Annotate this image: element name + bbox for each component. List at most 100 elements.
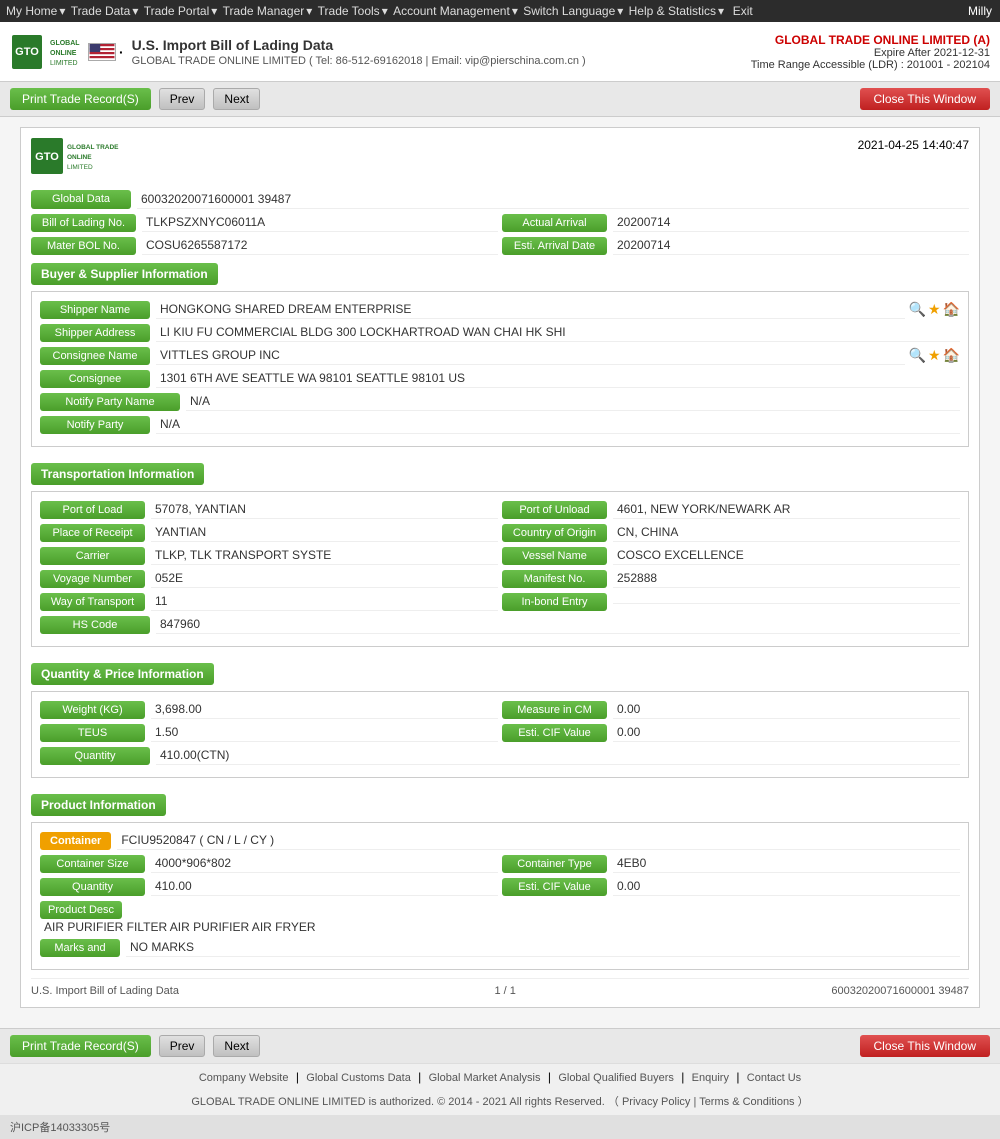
footer-sep-3: | — [548, 1070, 554, 1084]
bol-value: TLKPSZXNYC06011A — [142, 213, 498, 232]
hs-code-value: 847960 — [156, 615, 960, 634]
product-section: Container FCIU9520847 ( CN / L / CY ) Co… — [31, 822, 969, 970]
weight-label: Weight (KG) — [40, 701, 145, 719]
footer-company-website[interactable]: Company Website — [199, 1072, 289, 1084]
esti-cif-field: Esti. CIF Value 0.00 — [502, 723, 960, 742]
prod-esti-cif-label: Esti. CIF Value — [502, 878, 607, 896]
svg-text:GTO: GTO — [15, 46, 39, 58]
record-footer: U.S. Import Bill of Lading Data 1 / 1 60… — [31, 978, 969, 997]
nav-myhome[interactable]: My Home — [6, 4, 57, 18]
nav-switchlang[interactable]: Switch Language — [523, 4, 615, 18]
weight-value: 3,698.00 — [151, 700, 498, 719]
esti-arrival-label: Esti. Arrival Date — [502, 237, 607, 255]
company-name-badge: GLOBAL TRADE ONLINE LIMITED (A) — [751, 33, 990, 47]
consignee-home-icon[interactable]: 🏠 — [943, 347, 960, 364]
way-of-transport-label: Way of Transport — [40, 593, 145, 611]
footer-contact-us[interactable]: Contact Us — [747, 1072, 801, 1084]
product-desc-label: Product Desc — [40, 901, 122, 919]
measure-label: Measure in CM — [502, 701, 607, 719]
nav-helpstats-arrow: ▾ — [718, 4, 724, 18]
flag-separator: · — [119, 44, 124, 60]
bottom-print-button[interactable]: Print Trade Record(S) — [10, 1035, 151, 1057]
weight-field: Weight (KG) 3,698.00 — [40, 700, 498, 719]
consignee-star-icon[interactable]: ★ — [928, 347, 941, 364]
footer-sep-2: | — [418, 1070, 424, 1084]
voyage-label: Voyage Number — [40, 570, 145, 588]
port-of-load-label: Port of Load — [40, 501, 145, 519]
prod-qty-value: 410.00 — [151, 877, 498, 896]
voyage-value: 052E — [151, 569, 498, 588]
footer-privacy-link[interactable]: Privacy Policy — [622, 1096, 690, 1108]
nav-helpstats[interactable]: Help & Statistics — [629, 4, 716, 18]
esti-cif-label: Esti. CIF Value — [502, 724, 607, 742]
footer-qualified-buyers[interactable]: Global Qualified Buyers — [558, 1072, 674, 1084]
time-range-info: Time Range Accessible (LDR) : 201001 - 2… — [751, 59, 990, 71]
bottom-prev-button[interactable]: Prev — [159, 1035, 206, 1057]
footer-enquiry[interactable]: Enquiry — [692, 1072, 729, 1084]
voyage-field: Voyage Number 052E — [40, 569, 498, 588]
place-of-receipt-label: Place of Receipt — [40, 524, 145, 542]
global-data-label: Global Data — [31, 190, 131, 209]
place-of-receipt-value: YANTIAN — [151, 523, 498, 542]
in-bond-field: In-bond Entry — [502, 592, 960, 611]
nav-tradedata[interactable]: Trade Data — [71, 4, 131, 18]
footer-end: ） — [798, 1096, 809, 1108]
consignee-search-icon[interactable]: 🔍 — [909, 347, 926, 364]
way-of-transport-field: Way of Transport 11 — [40, 592, 498, 611]
container-value: FCIU9520847 ( CN / L / CY ) — [117, 831, 960, 850]
footer-customs-data[interactable]: Global Customs Data — [306, 1072, 411, 1084]
footer-terms-link[interactable]: Terms & Conditions — [699, 1096, 794, 1108]
receipt-origin-row: Place of Receipt YANTIAN Country of Orig… — [40, 523, 960, 542]
nav-tradeportal[interactable]: Trade Portal — [144, 4, 210, 18]
footer-market-analysis[interactable]: Global Market Analysis — [429, 1072, 541, 1084]
marks-value: NO MARKS — [126, 938, 960, 957]
vessel-name-value: COSCO EXCELLENCE — [613, 546, 960, 565]
shipper-star-icon[interactable]: ★ — [928, 301, 941, 318]
record-datetime: 2021-04-25 14:40:47 — [858, 138, 969, 152]
consignee-name-label: Consignee Name — [40, 347, 150, 365]
main-content: GTO GLOBAL TRADE ONLINE LIMITED 2021-04-… — [0, 117, 1000, 1028]
user-name: Milly — [968, 4, 992, 18]
teus-label: TEUS — [40, 724, 145, 742]
port-of-unload-field: Port of Unload 4601, NEW YORK/NEWARK AR — [502, 500, 960, 519]
nav-tradetools[interactable]: Trade Tools — [318, 4, 380, 18]
notify-party-name-value: N/A — [186, 392, 960, 411]
notify-party-name-label: Notify Party Name — [40, 393, 180, 411]
product-desc-area: Product Desc AIR PURIFIER FILTER AIR PUR… — [40, 902, 960, 938]
bol-row: Bill of Lading No. TLKPSZXNYC06011A Actu… — [31, 213, 969, 232]
port-of-load-field: Port of Load 57078, YANTIAN — [40, 500, 498, 519]
nav-accountmgmt[interactable]: Account Management — [393, 4, 510, 18]
shipper-search-icon[interactable]: 🔍 — [909, 301, 926, 318]
record-header: GTO GLOBAL TRADE ONLINE LIMITED 2021-04-… — [31, 138, 969, 182]
in-bond-label: In-bond Entry — [502, 593, 607, 611]
prod-qty-label: Quantity — [40, 878, 145, 896]
next-button[interactable]: Next — [213, 88, 260, 110]
close-button[interactable]: Close This Window — [860, 88, 990, 110]
nav-exit[interactable]: Exit — [733, 4, 753, 18]
place-of-receipt-field: Place of Receipt YANTIAN — [40, 523, 498, 542]
vessel-name-label: Vessel Name — [502, 547, 607, 565]
bottom-close-button[interactable]: Close This Window — [860, 1035, 990, 1057]
record-logo: GTO GLOBAL TRADE ONLINE LIMITED — [31, 138, 121, 174]
bottom-next-button[interactable]: Next — [213, 1035, 260, 1057]
way-of-transport-value: 11 — [151, 592, 498, 611]
shipper-name-label: Shipper Name — [40, 301, 150, 319]
print-button[interactable]: Print Trade Record(S) — [10, 88, 151, 110]
nav-trademanager[interactable]: Trade Manager — [223, 4, 305, 18]
carrier-field: Carrier TLKP, TLK TRANSPORT SYSTE — [40, 546, 498, 565]
footer-sep-4: | — [681, 1070, 687, 1084]
transportation-header: Transportation Information — [31, 463, 204, 485]
container-size-value: 4000*906*802 — [151, 854, 498, 873]
mater-bol-value: COSU6265587172 — [142, 236, 498, 255]
consignee-name-row: Consignee Name VITTLES GROUP INC 🔍 ★ 🏠 — [40, 346, 960, 365]
actual-arrival-label: Actual Arrival — [502, 214, 607, 232]
country-of-origin-label: Country of Origin — [502, 524, 607, 542]
prev-button[interactable]: Prev — [159, 88, 206, 110]
quantity-row: Quantity 410.00(CTN) — [40, 746, 960, 765]
container-size-type-row: Container Size 4000*906*802 Container Ty… — [40, 854, 960, 873]
consignee-value: 1301 6TH AVE SEATTLE WA 98101 SEATTLE 98… — [156, 369, 960, 388]
actual-arrival-field: Actual Arrival 20200714 — [502, 213, 969, 232]
shipper-home-icon[interactable]: 🏠 — [943, 301, 960, 318]
port-of-unload-label: Port of Unload — [502, 501, 607, 519]
mater-bol-label: Mater BOL No. — [31, 237, 136, 255]
